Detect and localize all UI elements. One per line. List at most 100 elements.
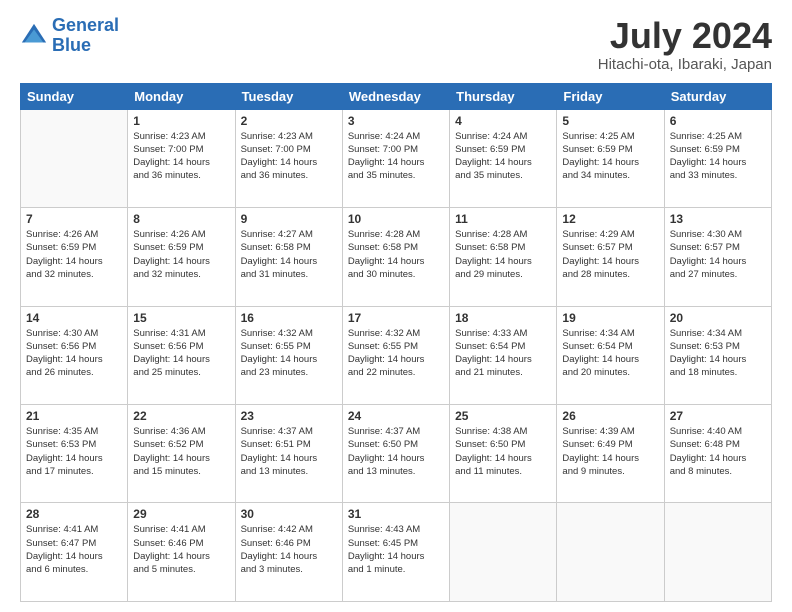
day-info: Sunrise: 4:39 AM Sunset: 6:49 PM Dayligh… xyxy=(562,425,658,478)
calendar-cell: 14Sunrise: 4:30 AM Sunset: 6:56 PM Dayli… xyxy=(21,306,128,404)
calendar-header-sunday: Sunday xyxy=(21,83,128,109)
day-number: 15 xyxy=(133,311,229,325)
calendar-week-row: 7 Sunrise: 4:26 AM Sunset: 6:59 PM Daylig… xyxy=(21,208,772,306)
month-title: July 2024 xyxy=(598,16,772,56)
day-number: 10 xyxy=(348,212,444,226)
calendar-cell: 26 Sunrise: 4:39 AM Sunset: 6:49 PM Dayli… xyxy=(557,405,664,503)
day-number: 26 xyxy=(562,409,658,423)
calendar-cell: 24 Sunrise: 4:37 AM Sunset: 6:50 PM Dayli… xyxy=(342,405,449,503)
calendar-cell: 5 Sunrise: 4:25 AM Sunset: 6:59 PM Daylig… xyxy=(557,109,664,207)
calendar-cell: 8 Sunrise: 4:26 AM Sunset: 6:59 PM Daylig… xyxy=(128,208,235,306)
day-info: Sunrise: 4:24 AM Sunset: 6:59 PM Dayligh… xyxy=(455,130,551,183)
logo-line1: General xyxy=(52,15,119,35)
day-info: Sunrise: 4:37 AM Sunset: 6:50 PM Dayligh… xyxy=(348,425,444,478)
day-info: Sunrise: 4:25 AM Sunset: 6:59 PM Dayligh… xyxy=(562,130,658,183)
day-info: Sunrise: 4:26 AM Sunset: 6:59 PM Dayligh… xyxy=(26,228,122,281)
day-number: 22 xyxy=(133,409,229,423)
day-info: Sunrise: 4:35 AM Sunset: 6:53 PM Dayligh… xyxy=(26,425,122,478)
calendar-cell xyxy=(557,503,664,602)
day-info: Sunrise: 4:32 AM Sunset: 6:55 PM Dayligh… xyxy=(348,327,444,380)
day-info: Sunrise: 4:37 AM Sunset: 6:51 PM Dayligh… xyxy=(241,425,337,478)
logo-text: General Blue xyxy=(52,16,119,56)
header: General Blue July 2024 Hitachi-ota, Ibar… xyxy=(20,16,772,73)
day-info: Sunrise: 4:43 AM Sunset: 6:45 PM Dayligh… xyxy=(348,523,444,576)
title-block: July 2024 Hitachi-ota, Ibaraki, Japan xyxy=(598,16,772,73)
calendar-header-saturday: Saturday xyxy=(664,83,771,109)
day-number: 21 xyxy=(26,409,122,423)
day-number: 25 xyxy=(455,409,551,423)
calendar-cell xyxy=(21,109,128,207)
day-info: Sunrise: 4:25 AM Sunset: 6:59 PM Dayligh… xyxy=(670,130,766,183)
day-info: Sunrise: 4:32 AM Sunset: 6:55 PM Dayligh… xyxy=(241,327,337,380)
day-info: Sunrise: 4:23 AM Sunset: 7:00 PM Dayligh… xyxy=(241,130,337,183)
day-number: 29 xyxy=(133,507,229,521)
calendar-header-monday: Monday xyxy=(128,83,235,109)
calendar-week-row: 14Sunrise: 4:30 AM Sunset: 6:56 PM Dayli… xyxy=(21,306,772,404)
calendar-cell: 23 Sunrise: 4:37 AM Sunset: 6:51 PM Dayli… xyxy=(235,405,342,503)
day-info: Sunrise: 4:30 AM Sunset: 6:57 PM Dayligh… xyxy=(670,228,766,281)
day-number: 14 xyxy=(26,311,122,325)
calendar-cell: 15 Sunrise: 4:31 AM Sunset: 6:56 PM Dayli… xyxy=(128,306,235,404)
logo-icon xyxy=(20,22,48,50)
calendar-week-row: 21 Sunrise: 4:35 AM Sunset: 6:53 PM Dayli… xyxy=(21,405,772,503)
day-number: 19 xyxy=(562,311,658,325)
calendar-cell: 30 Sunrise: 4:42 AM Sunset: 6:46 PM Dayli… xyxy=(235,503,342,602)
day-info: Sunrise: 4:24 AM Sunset: 7:00 PM Dayligh… xyxy=(348,130,444,183)
calendar-cell: 7 Sunrise: 4:26 AM Sunset: 6:59 PM Daylig… xyxy=(21,208,128,306)
day-number: 13 xyxy=(670,212,766,226)
calendar-cell: 4 Sunrise: 4:24 AM Sunset: 6:59 PM Daylig… xyxy=(450,109,557,207)
day-info: Sunrise: 4:26 AM Sunset: 6:59 PM Dayligh… xyxy=(133,228,229,281)
day-number: 8 xyxy=(133,212,229,226)
day-info: Sunrise: 4:42 AM Sunset: 6:46 PM Dayligh… xyxy=(241,523,337,576)
calendar-cell: 31 Sunrise: 4:43 AM Sunset: 6:45 PM Dayli… xyxy=(342,503,449,602)
calendar-cell: 16 Sunrise: 4:32 AM Sunset: 6:55 PM Dayli… xyxy=(235,306,342,404)
calendar-week-row: 1 Sunrise: 4:23 AM Sunset: 7:00 PM Daylig… xyxy=(21,109,772,207)
calendar-cell: 21 Sunrise: 4:35 AM Sunset: 6:53 PM Dayli… xyxy=(21,405,128,503)
calendar-cell: 28Sunrise: 4:41 AM Sunset: 6:47 PM Dayli… xyxy=(21,503,128,602)
day-number: 30 xyxy=(241,507,337,521)
calendar-header-row: SundayMondayTuesdayWednesdayThursdayFrid… xyxy=(21,83,772,109)
location: Hitachi-ota, Ibaraki, Japan xyxy=(598,56,772,73)
logo: General Blue xyxy=(20,16,119,56)
day-number: 6 xyxy=(670,114,766,128)
day-info: Sunrise: 4:34 AM Sunset: 6:53 PM Dayligh… xyxy=(670,327,766,380)
calendar-header-tuesday: Tuesday xyxy=(235,83,342,109)
calendar-cell: 11 Sunrise: 4:28 AM Sunset: 6:58 PM Dayli… xyxy=(450,208,557,306)
day-number: 4 xyxy=(455,114,551,128)
logo-line2: Blue xyxy=(52,35,91,55)
day-number: 18 xyxy=(455,311,551,325)
calendar-cell: 2 Sunrise: 4:23 AM Sunset: 7:00 PM Daylig… xyxy=(235,109,342,207)
calendar-cell xyxy=(450,503,557,602)
day-info: Sunrise: 4:28 AM Sunset: 6:58 PM Dayligh… xyxy=(455,228,551,281)
day-number: 3 xyxy=(348,114,444,128)
day-number: 27 xyxy=(670,409,766,423)
calendar-cell: 27 Sunrise: 4:40 AM Sunset: 6:48 PM Dayli… xyxy=(664,405,771,503)
day-number: 2 xyxy=(241,114,337,128)
day-info: Sunrise: 4:29 AM Sunset: 6:57 PM Dayligh… xyxy=(562,228,658,281)
day-number: 1 xyxy=(133,114,229,128)
day-number: 16 xyxy=(241,311,337,325)
day-info: Sunrise: 4:31 AM Sunset: 6:56 PM Dayligh… xyxy=(133,327,229,380)
calendar-table: SundayMondayTuesdayWednesdayThursdayFrid… xyxy=(20,83,772,602)
day-number: 24 xyxy=(348,409,444,423)
calendar-cell: 19 Sunrise: 4:34 AM Sunset: 6:54 PM Dayli… xyxy=(557,306,664,404)
calendar-week-row: 28Sunrise: 4:41 AM Sunset: 6:47 PM Dayli… xyxy=(21,503,772,602)
day-number: 12 xyxy=(562,212,658,226)
day-number: 11 xyxy=(455,212,551,226)
day-info: Sunrise: 4:34 AM Sunset: 6:54 PM Dayligh… xyxy=(562,327,658,380)
day-info: Sunrise: 4:40 AM Sunset: 6:48 PM Dayligh… xyxy=(670,425,766,478)
day-info: Sunrise: 4:41 AM Sunset: 6:46 PM Dayligh… xyxy=(133,523,229,576)
calendar-cell: 12 Sunrise: 4:29 AM Sunset: 6:57 PM Dayli… xyxy=(557,208,664,306)
day-number: 31 xyxy=(348,507,444,521)
day-number: 20 xyxy=(670,311,766,325)
day-number: 23 xyxy=(241,409,337,423)
calendar-cell: 1 Sunrise: 4:23 AM Sunset: 7:00 PM Daylig… xyxy=(128,109,235,207)
day-number: 7 xyxy=(26,212,122,226)
day-number: 5 xyxy=(562,114,658,128)
calendar-header-wednesday: Wednesday xyxy=(342,83,449,109)
day-info: Sunrise: 4:23 AM Sunset: 7:00 PM Dayligh… xyxy=(133,130,229,183)
day-info: Sunrise: 4:33 AM Sunset: 6:54 PM Dayligh… xyxy=(455,327,551,380)
calendar-cell: 3 Sunrise: 4:24 AM Sunset: 7:00 PM Daylig… xyxy=(342,109,449,207)
day-info: Sunrise: 4:36 AM Sunset: 6:52 PM Dayligh… xyxy=(133,425,229,478)
calendar-cell: 9Sunrise: 4:27 AM Sunset: 6:58 PM Daylig… xyxy=(235,208,342,306)
